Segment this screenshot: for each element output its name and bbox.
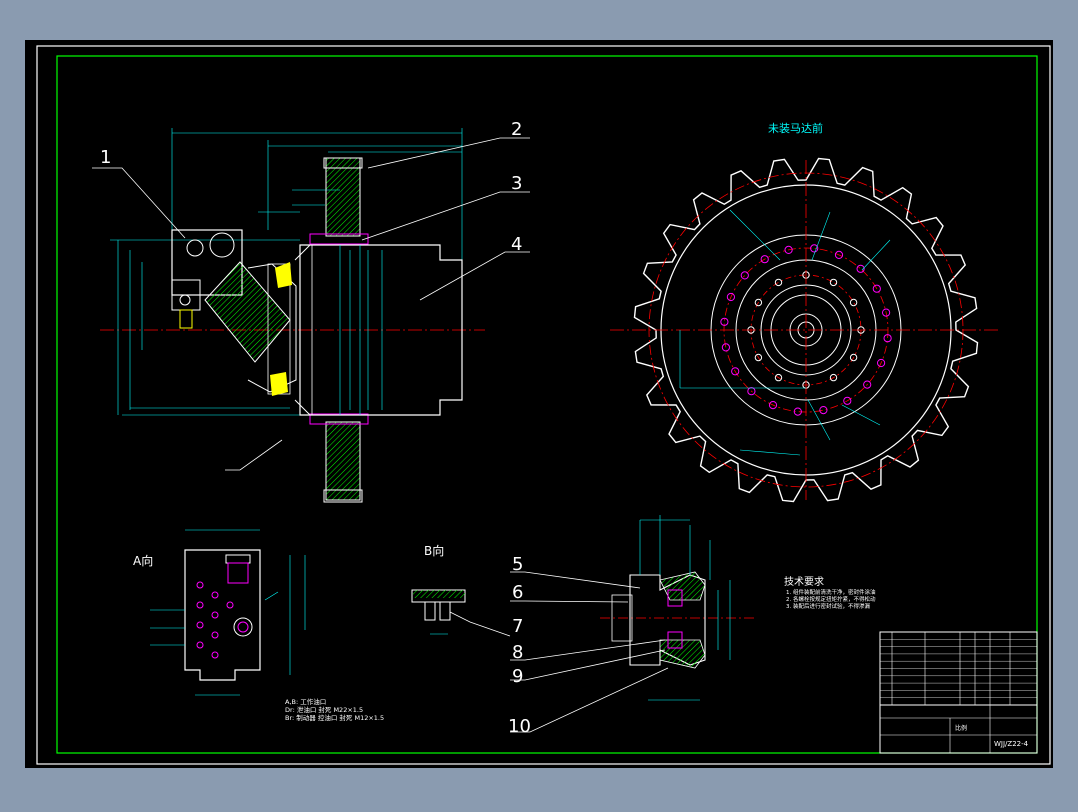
callout-10: 10 [508, 716, 531, 737]
callout-4: 4 [511, 234, 522, 255]
svg-text:比例: 比例 [955, 724, 967, 732]
drawing-canvas[interactable]: 1 2 3 4 未装马达前 A向 A,B: 工作油口 Dr: 泄油口 封死 M2… [0, 0, 1078, 808]
cad-viewport[interactable]: 1 2 3 4 未装马达前 A向 A,B: 工作油口 Dr: 泄油口 封死 M2… [0, 0, 1078, 808]
svg-text:6: 6 [512, 582, 523, 603]
callout-8: 8 [512, 642, 523, 663]
drawing-sheet [25, 40, 1053, 768]
view-b-title: B向 [424, 543, 444, 558]
svg-text:3: 3 [511, 173, 522, 194]
svg-text:1. 组件装配前清洗干净，密封件涂油: 1. 组件装配前清洗干净，密封件涂油 [786, 588, 876, 596]
svg-text:技术要求: 技术要求 [784, 575, 824, 588]
callout-5: 5 [512, 554, 523, 575]
svg-text:Br: 制动器 控油口 封死 M12×1.5: Br: 制动器 控油口 封死 M12×1.5 [285, 713, 384, 722]
svg-text:3. 装配后进行密封试验，不得渗漏: 3. 装配后进行密封试验，不得渗漏 [786, 602, 870, 610]
svg-text:7: 7 [512, 616, 523, 637]
callout-6: 6 [512, 582, 523, 603]
svg-text:A,B: 工作油口: A,B: 工作油口 [285, 697, 326, 706]
svg-text:2. 各螺栓按规定扭矩拧紧，不得松动: 2. 各螺栓按规定扭矩拧紧，不得松动 [786, 595, 876, 603]
callout-1: 1 [100, 147, 111, 168]
svg-text:WJJ/Z22-4: WJJ/Z22-4 [994, 740, 1029, 748]
svg-text:9: 9 [512, 666, 523, 687]
view-a-title: A向 [133, 553, 153, 568]
svg-text:2: 2 [511, 119, 522, 140]
callout-2: 2 [511, 119, 522, 140]
svg-text:Dr: 泄油口 封死 M22×1.5: Dr: 泄油口 封死 M22×1.5 [285, 705, 363, 714]
svg-text:8: 8 [512, 642, 523, 663]
sprocket-title: 未装马达前 [768, 121, 823, 135]
callout-9: 9 [512, 666, 523, 687]
svg-text:1: 1 [100, 147, 111, 168]
callout-7: 7 [512, 616, 523, 637]
svg-text:5: 5 [512, 554, 523, 575]
callout-3: 3 [511, 173, 522, 194]
svg-text:10: 10 [508, 716, 531, 737]
svg-text:4: 4 [511, 234, 522, 255]
